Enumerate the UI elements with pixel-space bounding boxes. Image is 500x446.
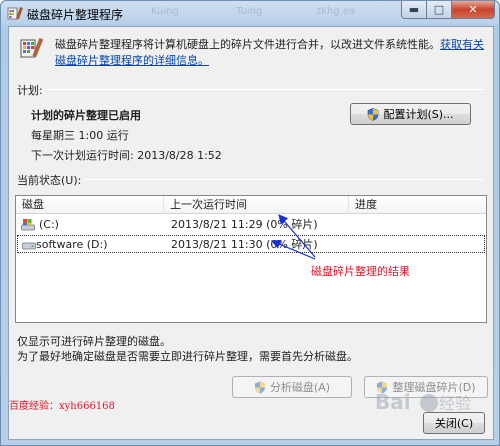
disk-last-run: 2013/8/21 11:29 (0% 碎片) [171, 218, 318, 231]
schedule-runs: 每星期三 1:00 运行 [31, 129, 129, 142]
baidu-logo-watermark: Bai 经验 [375, 390, 471, 414]
ghost-tab: zkhg.ea [316, 6, 356, 17]
analyze-disk-label: 分析磁盘(A) [269, 381, 331, 394]
divider [83, 179, 485, 180]
defrag-icon [7, 7, 23, 20]
svg-text:经验: 经验 [439, 394, 471, 413]
ghost-tab: Tuing [236, 6, 263, 17]
uac-shield-icon [254, 381, 265, 393]
defrag-window: 磁盘碎片整理程序 Kuing Tuing zkhg.ea ▬ □ ✕ 磁盘碎片整… [0, 0, 500, 446]
drive-icon [22, 242, 36, 250]
system-drive-icon [21, 219, 35, 231]
ghost-tab: Kuing [151, 6, 179, 17]
disk-row-d[interactable]: software (D:) 2013/8/21 11:30 (0% 碎片) [17, 235, 485, 253]
divider [43, 89, 485, 90]
minimize-button[interactable]: ▬ [401, 1, 427, 19]
dialog-client-area: 磁盘碎片整理程序将计算机硬盘上的碎片文件进行合并，以改进文件系统性能。获取有关磁… [8, 26, 494, 440]
note-line-1: 仅显示可进行碎片整理的磁盘。 [17, 335, 171, 348]
uac-shield-icon [368, 107, 379, 121]
minimize-icon: ▬ [408, 3, 420, 16]
watermark-text: 百度经验：xyh666168 [9, 401, 115, 412]
disk-name: software (D:) [36, 238, 108, 251]
disk-row-c[interactable]: (C:) 2013/8/21 11:29 (0% 碎片) [17, 216, 485, 234]
maximize-icon: □ [433, 3, 445, 16]
column-header-last-run[interactable]: 上一次运行时间 [164, 196, 349, 214]
disk-list-header: 磁盘 上一次运行时间 进度 [16, 196, 486, 214]
configure-schedule-label: 配置计划(S)... [383, 108, 454, 121]
intro-text-block: 磁盘碎片整理程序将计算机硬盘上的碎片文件进行合并，以改进文件系统性能。获取有关磁… [55, 37, 485, 69]
schedule-status: 计划的碎片整理已启用 [31, 109, 141, 122]
disk-last-run: 2013/8/21 11:30 (0% 碎片) [171, 238, 318, 251]
title-bar[interactable]: 磁盘碎片整理程序 Kuing Tuing zkhg.ea ▬ □ ✕ [1, 1, 499, 25]
disk-list[interactable]: 磁盘 上一次运行时间 进度 (C:) 2013/8/21 11:29 (0% 碎… [15, 195, 487, 323]
schedule-next-run: 下一次计划运行时间: 2013/8/28 1:52 [31, 149, 222, 162]
configure-schedule-button[interactable]: 配置计划(S)... [350, 103, 471, 125]
analyze-disk-button[interactable]: 分析磁盘(A) [232, 376, 352, 398]
maximize-button[interactable]: □ [427, 1, 452, 19]
defrag-icon [20, 37, 43, 58]
intro-text: 磁盘碎片整理程序将计算机硬盘上的碎片文件进行合并，以改进文件系统性能。 [55, 38, 440, 51]
column-header-disk[interactable]: 磁盘 [16, 196, 164, 214]
window-title: 磁盘碎片整理程序 [27, 8, 124, 22]
disk-name: (C:) [39, 218, 59, 231]
close-icon: ✕ [468, 3, 478, 16]
close-window-button[interactable]: ✕ [452, 1, 495, 19]
caption-buttons: ▬ □ ✕ [401, 1, 495, 19]
annotation-label: 磁盘碎片整理的结果 [311, 265, 410, 278]
note-line-2: 为了最好地确定磁盘是否需要立即进行碎片整理，需要首先分析磁盘。 [17, 350, 358, 363]
current-status-label: 当前状态(U): [17, 174, 82, 187]
schedule-section-label: 计划: [17, 84, 43, 97]
svg-text:Bai: Bai [375, 390, 411, 414]
column-header-progress[interactable]: 进度 [349, 196, 486, 214]
